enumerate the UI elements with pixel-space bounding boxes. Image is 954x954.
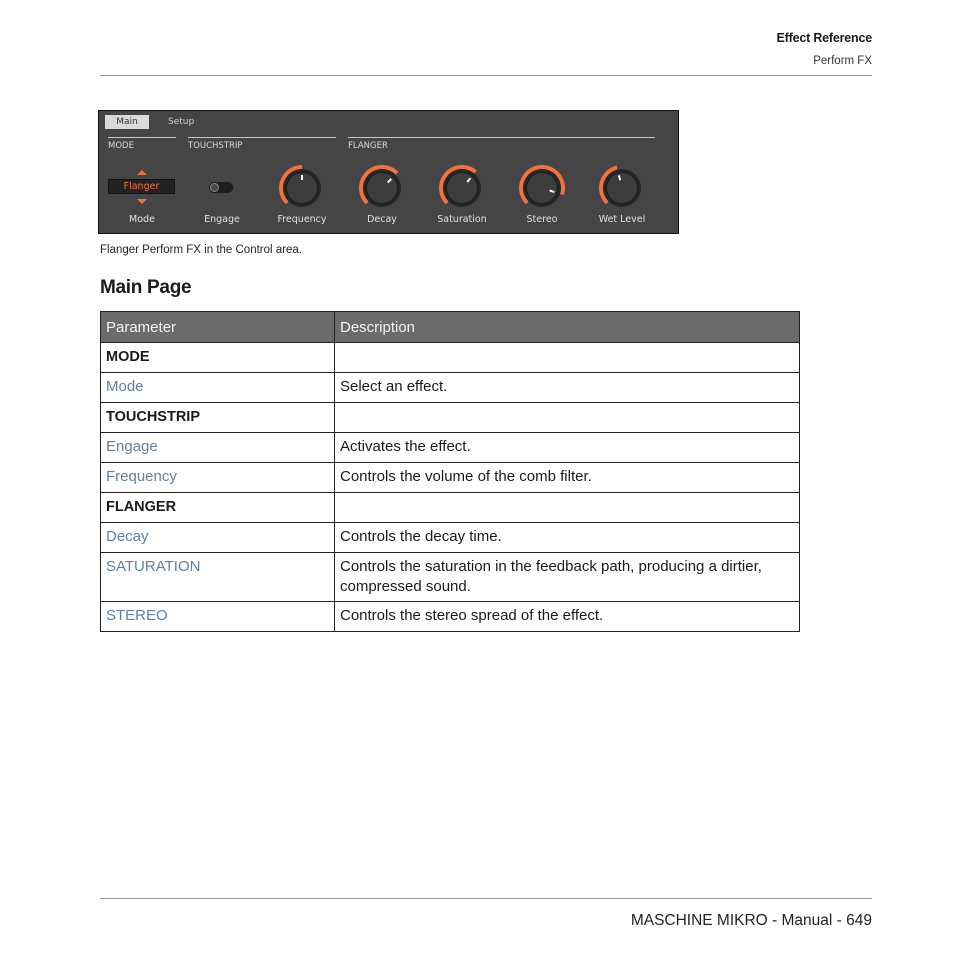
section-label-mode: MODE — [108, 141, 134, 151]
table-row: Engage Activates the effect. — [100, 432, 800, 463]
mode-label: Mode — [129, 214, 155, 225]
column-header-parameter: Parameter — [100, 311, 335, 343]
parameter-link[interactable]: Frequency — [100, 462, 335, 493]
flanger-section-rule — [348, 137, 655, 138]
table-row: STEREO Controls the stereo spread of the … — [100, 601, 800, 632]
knob-pointer — [617, 175, 622, 181]
figure-caption: Flanger Perform FX in the Control area. — [100, 244, 302, 256]
section-name: FLANGER — [100, 492, 335, 523]
section-name: TOUCHSTRIP — [100, 402, 335, 433]
knob-saturation[interactable] — [437, 163, 487, 213]
knob-label-stereo: Stereo — [526, 214, 558, 225]
parameter-link[interactable]: STEREO — [100, 601, 335, 632]
mode-up-arrow-icon[interactable] — [137, 170, 147, 175]
knob-frequency[interactable] — [277, 163, 327, 213]
section-label-flanger: FLANGER — [348, 141, 388, 151]
parameter-link[interactable]: Mode — [100, 372, 335, 403]
table-row: Decay Controls the decay time. — [100, 522, 800, 553]
knob-label-saturation: Saturation — [437, 214, 487, 225]
knob-cap — [366, 172, 398, 204]
parameter-description — [334, 402, 800, 433]
parameter-description — [334, 492, 800, 523]
tab-setup[interactable]: Setup — [168, 115, 194, 129]
parameter-link[interactable]: Engage — [100, 432, 335, 463]
table-section-row: FLANGER — [100, 492, 800, 523]
knob-cap — [526, 172, 558, 204]
parameter-table: Parameter Description MODE Mode Select an … — [100, 311, 800, 632]
table-row: Frequency Controls the volume of the comb… — [100, 462, 800, 493]
parameter-description: Controls the saturation in the feedback … — [334, 552, 800, 602]
toggle-knob — [210, 183, 219, 192]
mode-selector[interactable]: Flanger — [108, 179, 175, 194]
page-footer: MASCHINE MIKRO - Manual - 649 — [630, 912, 872, 929]
parameter-description — [334, 342, 800, 373]
knob-cap — [446, 172, 478, 204]
parameter-description: Controls the decay time. — [334, 522, 800, 553]
chapter-title: Effect Reference — [776, 31, 873, 45]
table-section-row: MODE — [100, 342, 800, 373]
page-heading: Main Page — [100, 277, 192, 298]
knob-stereo[interactable] — [517, 163, 567, 213]
parameter-description: Controls the stereo spread of the effect… — [334, 601, 800, 632]
mode-section-rule — [108, 137, 176, 138]
section-label-touchstrip: TOUCHSTRIP — [188, 141, 243, 151]
parameter-link[interactable]: Decay — [100, 522, 335, 553]
tab-main[interactable]: Main — [105, 115, 149, 129]
knob-label-frequency: Frequency — [277, 214, 327, 225]
parameter-description: Activates the effect. — [334, 432, 800, 463]
knob-label-decay: Decay — [367, 214, 397, 225]
table-row: Mode Select an effect. — [100, 372, 800, 403]
table-header-row: Parameter Description — [100, 311, 800, 343]
column-header-description: Description — [334, 311, 800, 343]
footer-divider — [100, 898, 872, 899]
parameter-link[interactable]: SATURATION — [100, 552, 335, 602]
knob-decay[interactable] — [357, 163, 407, 213]
table-section-row: TOUCHSTRIP — [100, 402, 800, 433]
table-row: SATURATION Controls the saturation in the… — [100, 552, 800, 602]
knob-cap — [606, 172, 638, 204]
parameter-description: Select an effect. — [334, 372, 800, 403]
section-name: MODE — [100, 342, 335, 373]
header-divider — [100, 75, 872, 76]
knob-wet-level[interactable] — [597, 163, 647, 213]
control-area-panel: Main Setup MODE TOUCHSTRIP FLANGER Flang… — [98, 110, 679, 234]
mode-down-arrow-icon[interactable] — [137, 199, 147, 204]
engage-label: Engage — [204, 214, 240, 225]
knob-label-wet-level: Wet Level — [598, 214, 646, 225]
parameter-description: Controls the volume of the comb filter. — [334, 462, 800, 493]
touchstrip-section-rule — [188, 137, 336, 138]
engage-toggle[interactable] — [209, 182, 233, 193]
section-title: Perform FX — [813, 55, 872, 67]
